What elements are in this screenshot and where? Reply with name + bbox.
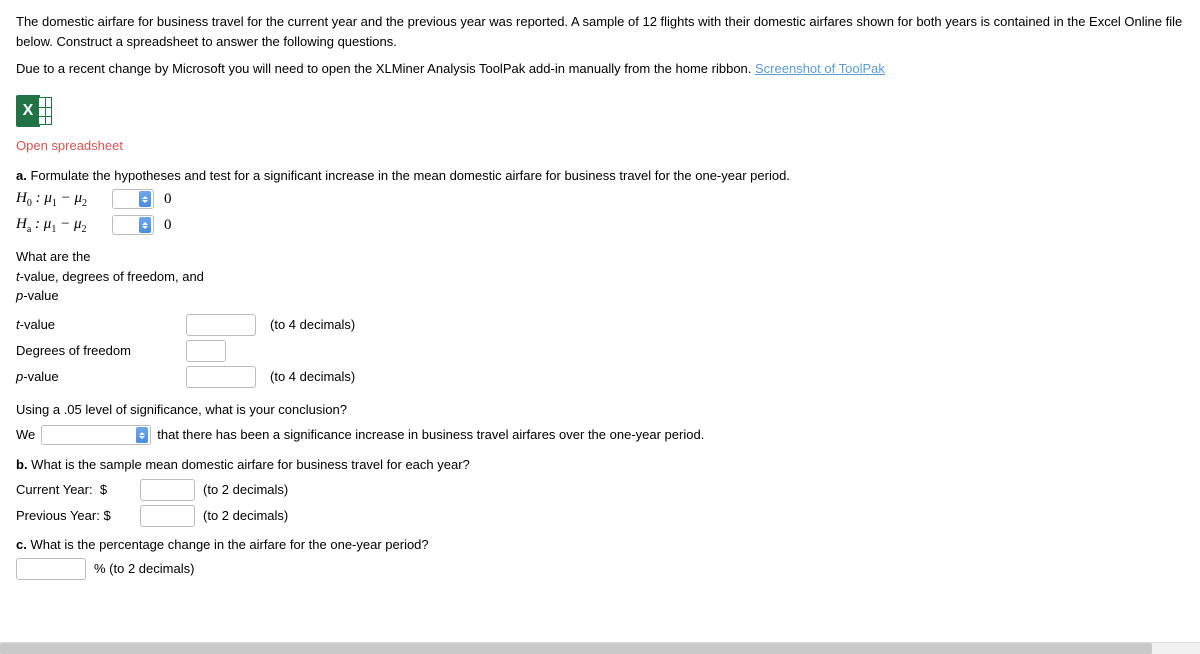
df-label: Degrees of freedom: [16, 341, 176, 361]
cy-hint: (to 2 decimals): [203, 480, 288, 500]
part-c-text: What is the percentage change in the air…: [27, 537, 429, 552]
df-input[interactable]: [186, 340, 226, 362]
pvalue-hint: (to 4 decimals): [270, 367, 355, 387]
open-spreadsheet-link[interactable]: Open spreadsheet: [16, 136, 1184, 156]
part-a: a. Formulate the hypotheses and test for…: [16, 166, 1184, 446]
stats-question: What are the t-value, degrees of freedom…: [16, 247, 1184, 306]
q2-line1: What are the: [16, 247, 1184, 267]
part-b-prompt: b. What is the sample mean domestic airf…: [16, 455, 1184, 475]
we-label: We: [16, 425, 35, 445]
pvalue-label: p-value: [16, 367, 176, 387]
toolpak-screenshot-link[interactable]: Screenshot of ToolPak: [755, 61, 885, 76]
intro-paragraph-2: Due to a recent change by Microsoft you …: [16, 59, 1184, 79]
stepper-icon: [139, 217, 151, 233]
q2-line3: p-value: [16, 286, 1184, 306]
ha-zero: 0: [164, 214, 172, 237]
previous-year-input[interactable]: [140, 505, 195, 527]
part-c-label: c.: [16, 537, 27, 552]
conclusion-select[interactable]: [41, 425, 151, 445]
ha-math: Ha : μ1 − μ2: [16, 213, 106, 237]
part-a-label: a.: [16, 168, 27, 183]
h0-zero: 0: [164, 188, 172, 211]
h0-row: H0 : μ1 − μ2 0: [16, 187, 1184, 211]
current-year-input[interactable]: [140, 479, 195, 501]
q2-line2: t-value, degrees of freedom, and: [16, 267, 1184, 287]
percent-hint: % (to 2 decimals): [94, 559, 194, 579]
conclusion-text: that there has been a significance incre…: [157, 425, 704, 445]
part-a-prompt: a. Formulate the hypotheses and test for…: [16, 166, 1184, 186]
part-b-label: b.: [16, 457, 28, 472]
tvalue-row: t-value (to 4 decimals): [16, 314, 1184, 336]
excel-icon[interactable]: X: [16, 95, 52, 127]
tvalue-input[interactable]: [186, 314, 256, 336]
part-b: b. What is the sample mean domestic airf…: [16, 455, 1184, 527]
percent-input[interactable]: [16, 558, 86, 580]
stepper-icon: [136, 427, 148, 443]
part-c: c. What is the percentage change in the …: [16, 535, 1184, 581]
current-year-row: Current Year: $ (to 2 decimals): [16, 479, 1184, 501]
h0-math: H0 : μ1 − μ2: [16, 187, 106, 211]
tvalue-hint: (to 4 decimals): [270, 315, 355, 335]
conclusion-row: We that there has been a significance in…: [16, 425, 1184, 445]
pvalue-input[interactable]: [186, 366, 256, 388]
scrollbar-thumb[interactable]: [0, 643, 1152, 654]
df-row: Degrees of freedom: [16, 340, 1184, 362]
ha-row: Ha : μ1 − μ2 0: [16, 213, 1184, 237]
part-b-text: What is the sample mean domestic airfare…: [28, 457, 470, 472]
intro-block: The domestic airfare for business travel…: [16, 12, 1184, 79]
stat-table: t-value (to 4 decimals) Degrees of freed…: [16, 314, 1184, 388]
tvalue-label: t-value: [16, 315, 176, 335]
pvalue-row: p-value (to 4 decimals): [16, 366, 1184, 388]
part-a-text: Formulate the hypotheses and test for a …: [27, 168, 790, 183]
py-hint: (to 2 decimals): [203, 506, 288, 526]
stepper-icon: [139, 191, 151, 207]
conclusion-question: Using a .05 level of significance, what …: [16, 400, 1184, 420]
previous-year-row: Previous Year: $ (to 2 decimals): [16, 505, 1184, 527]
h0-operator-select[interactable]: [112, 189, 154, 209]
part-c-prompt: c. What is the percentage change in the …: [16, 535, 1184, 555]
intro-p2-prefix: Due to a recent change by Microsoft you …: [16, 61, 755, 76]
ha-operator-select[interactable]: [112, 215, 154, 235]
percent-row: % (to 2 decimals): [16, 558, 1184, 580]
horizontal-scrollbar[interactable]: [0, 642, 1200, 654]
previous-year-label: Previous Year: $: [16, 506, 136, 526]
intro-paragraph-1: The domestic airfare for business travel…: [16, 12, 1184, 51]
current-year-label: Current Year: $: [16, 480, 136, 500]
